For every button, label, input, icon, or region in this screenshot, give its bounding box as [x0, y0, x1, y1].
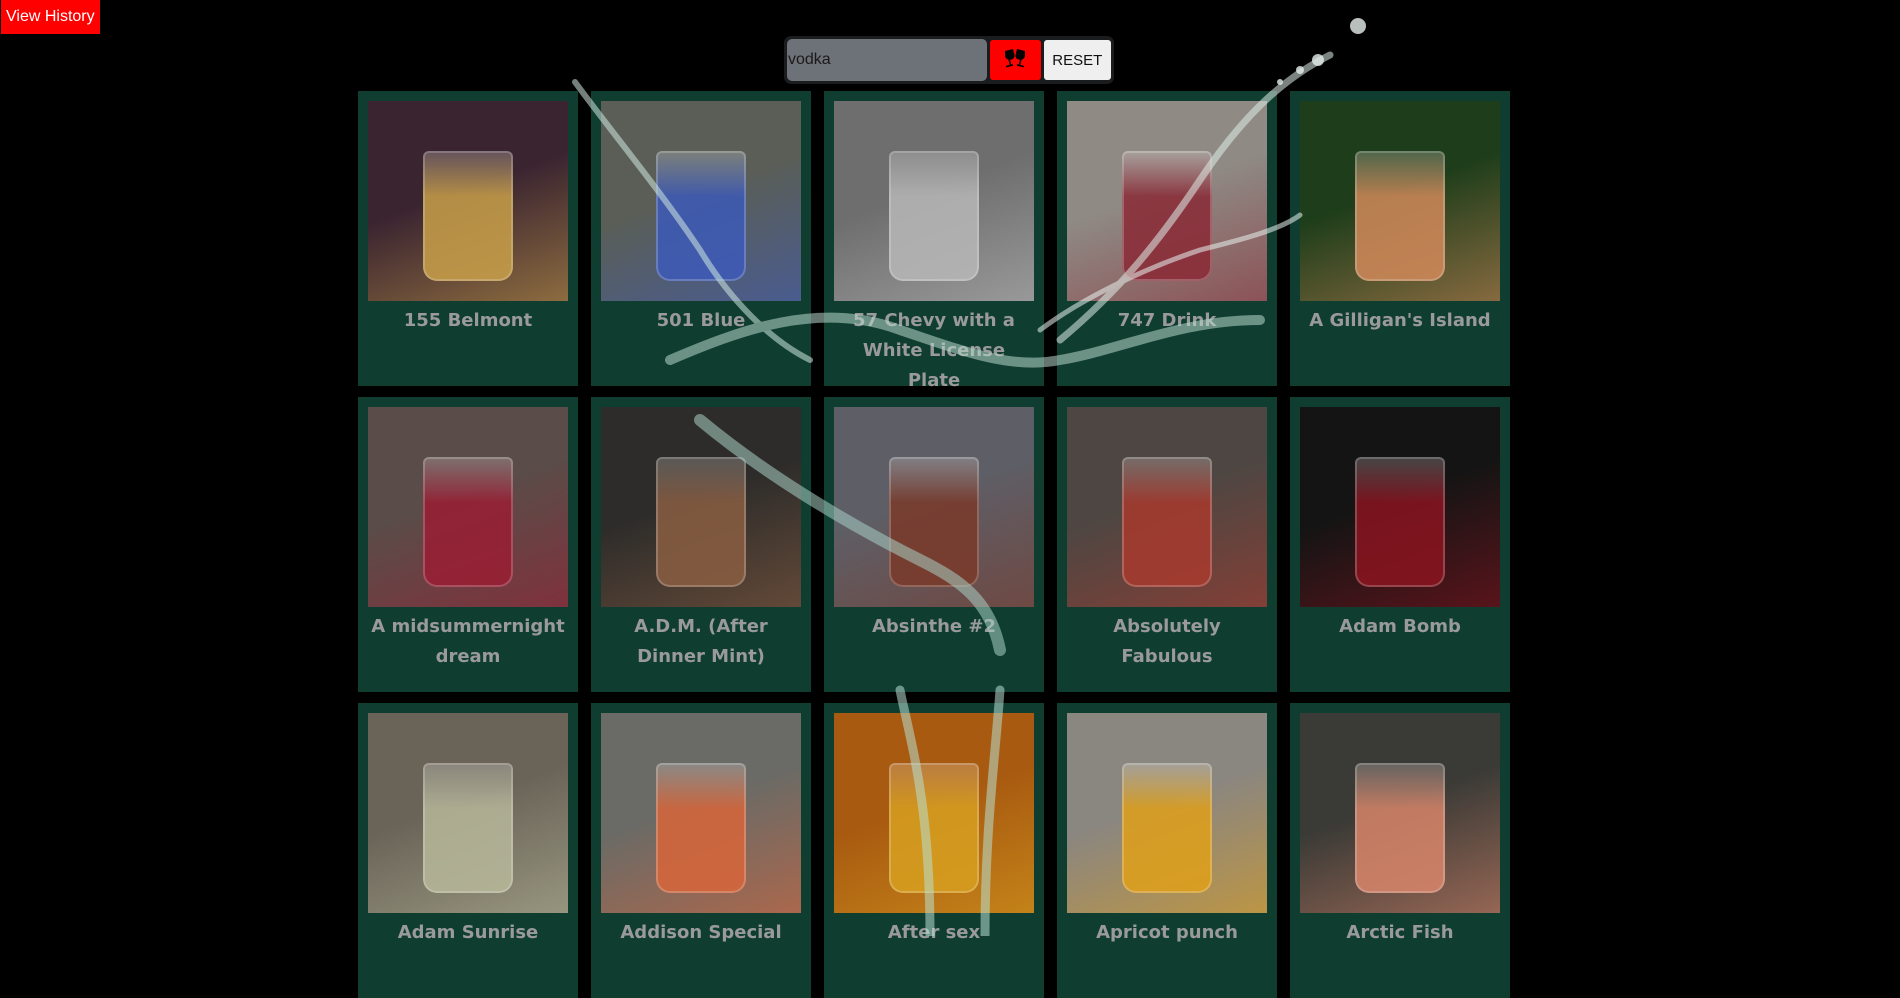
drink-card[interactable]: 747 Drink [1057, 91, 1277, 386]
drink-card[interactable]: Apricot punch [1057, 703, 1277, 998]
drink-card[interactable]: A Gilligan's Island [1290, 91, 1510, 386]
drink-glass-image [1122, 457, 1212, 587]
drink-glass-image [1122, 763, 1212, 893]
drink-title[interactable]: After sex [834, 918, 1034, 948]
drink-card[interactable]: Arctic Fish [1290, 703, 1510, 998]
drink-title[interactable]: 57 Chevy with a White License Plate [834, 306, 1034, 396]
drink-title[interactable]: Apricot punch [1067, 918, 1267, 948]
drink-glass-image [656, 457, 746, 587]
drink-thumbnail[interactable] [601, 101, 801, 301]
drink-card[interactable]: 57 Chevy with a White License Plate [824, 91, 1044, 391]
drink-glass-image [423, 457, 513, 587]
drink-thumbnail[interactable] [834, 407, 1034, 607]
drink-glass-image [1355, 763, 1445, 893]
splash-droplet [1350, 18, 1366, 34]
drink-title[interactable]: Adam Sunrise [368, 918, 568, 948]
drink-card[interactable]: A.D.M. (After Dinner Mint) [591, 397, 811, 692]
drink-thumbnail[interactable] [601, 713, 801, 913]
drink-thumbnail[interactable] [1300, 407, 1500, 607]
drink-thumbnail[interactable] [368, 101, 568, 301]
drink-title[interactable]: 747 Drink [1067, 306, 1267, 336]
drink-grid: 155 Belmont 501 Blue 57 Chevy with a White… [358, 91, 1510, 998]
drink-card[interactable]: After sex [824, 703, 1044, 998]
drink-glass-image [889, 151, 979, 281]
drink-card[interactable]: Absinthe #2 [824, 397, 1044, 692]
search-input[interactable] [787, 39, 987, 81]
drink-title[interactable]: 155 Belmont [368, 306, 568, 336]
drink-thumbnail[interactable] [1067, 407, 1267, 607]
drink-glass-image [889, 763, 979, 893]
reset-button[interactable]: RESET [1043, 40, 1111, 80]
drink-glass-image [423, 151, 513, 281]
drink-thumbnail[interactable] [368, 713, 568, 913]
drink-title[interactable]: 501 Blue [601, 306, 801, 336]
wine-glasses-cheers-icon [1003, 48, 1027, 73]
splash-droplet [1312, 54, 1324, 66]
drink-title[interactable]: Absinthe #2 [834, 612, 1034, 642]
drink-card[interactable]: 501 Blue [591, 91, 811, 386]
drink-thumbnail[interactable] [834, 101, 1034, 301]
drink-thumbnail[interactable] [1067, 101, 1267, 301]
drink-card[interactable]: 155 Belmont [358, 91, 578, 386]
drink-card[interactable]: Absolutely Fabulous [1057, 397, 1277, 692]
drink-title[interactable]: Absolutely Fabulous [1067, 612, 1267, 672]
drink-thumbnail[interactable] [1300, 713, 1500, 913]
drink-thumbnail[interactable] [1067, 713, 1267, 913]
splash-droplet [1277, 79, 1283, 85]
drink-glass-image [1355, 151, 1445, 281]
splash-droplet [1296, 66, 1304, 74]
drink-title[interactable]: Adam Bomb [1300, 612, 1500, 642]
drink-thumbnail[interactable] [1300, 101, 1500, 301]
drink-title[interactable]: A Gilligan's Island [1300, 306, 1500, 336]
drink-glass-image [1122, 151, 1212, 281]
drink-title[interactable]: A.D.M. (After Dinner Mint) [601, 612, 801, 672]
drink-thumbnail[interactable] [834, 713, 1034, 913]
drink-glass-image [656, 151, 746, 281]
drink-title[interactable]: Addison Special [601, 918, 801, 948]
drink-thumbnail[interactable] [601, 407, 801, 607]
drink-glass-image [1355, 457, 1445, 587]
view-history-button[interactable]: View History [1, 0, 100, 34]
drink-glass-image [423, 763, 513, 893]
drink-thumbnail[interactable] [368, 407, 568, 607]
drink-glass-image [889, 457, 979, 587]
drink-card[interactable]: Addison Special [591, 703, 811, 998]
drink-card[interactable]: Adam Bomb [1290, 397, 1510, 692]
drink-title[interactable]: Arctic Fish [1300, 918, 1500, 948]
search-bar: RESET [784, 36, 1114, 84]
drink-title[interactable]: A midsummernight dream [368, 612, 568, 672]
drink-glass-image [656, 763, 746, 893]
drink-card[interactable]: Adam Sunrise [358, 703, 578, 998]
search-button[interactable] [990, 40, 1041, 80]
drink-card[interactable]: A midsummernight dream [358, 397, 578, 692]
